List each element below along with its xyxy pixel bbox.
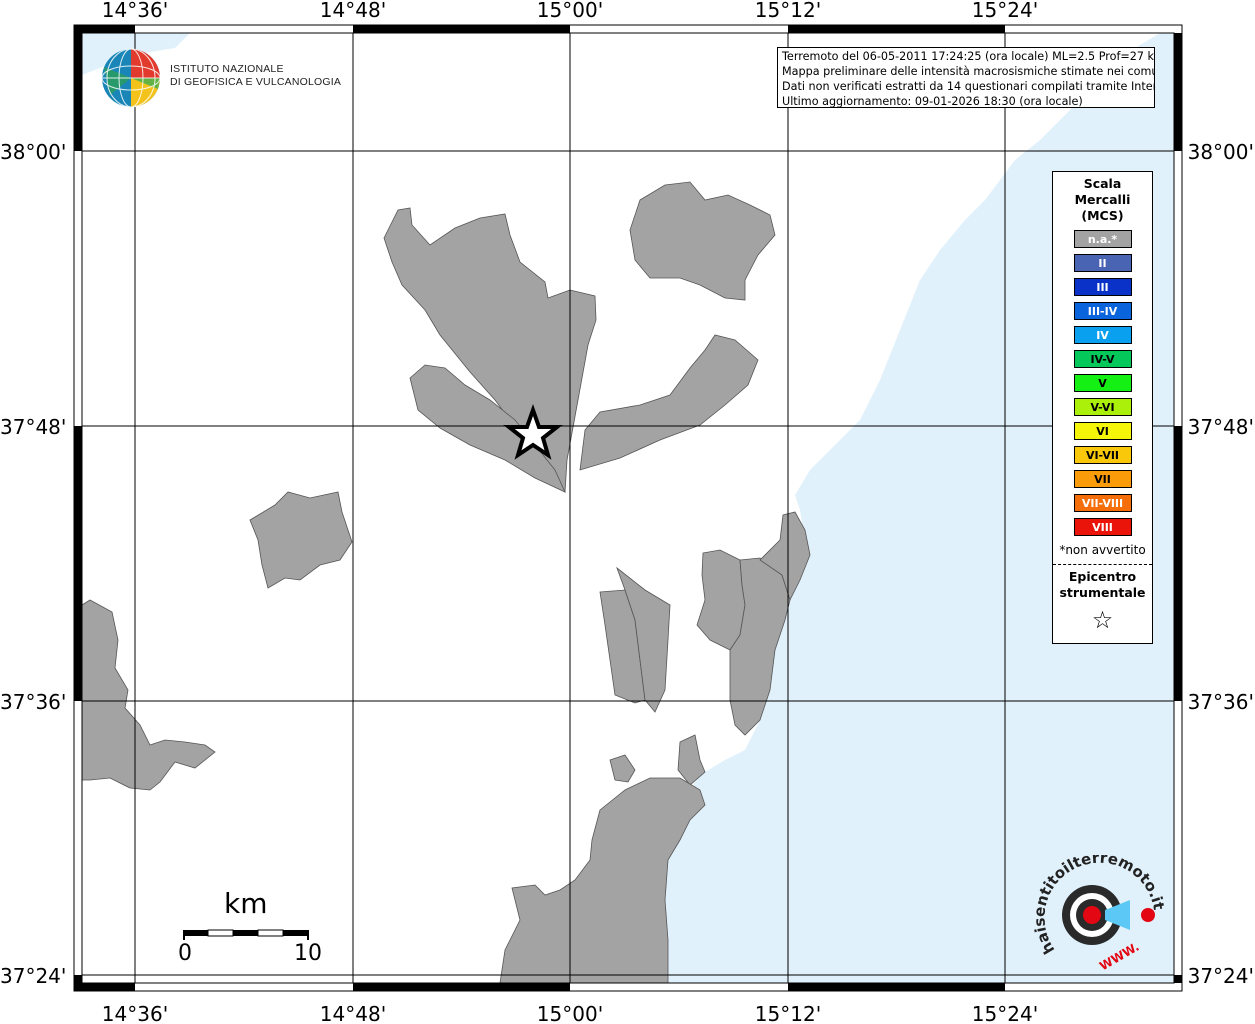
hsit-www: WWW.	[1097, 940, 1141, 974]
epicenter-star-legend-icon: ☆	[1091, 606, 1114, 634]
hsit-logo: haisentitoilterremoto.it WWW.	[1030, 849, 1168, 975]
ingv-name: ISTITUTO NAZIONALE DI GEOFISICA E VULCAN…	[170, 63, 341, 89]
legend-note: *non avvertito	[1059, 543, 1146, 557]
legend-item: III-IV	[1073, 302, 1132, 320]
hsit-target-icon: haisentitoilterremoto.it WWW.	[1030, 849, 1168, 974]
lat-label: 37°48'	[1188, 415, 1254, 439]
latitude-labels-right: 38°00' 37°48' 37°36' 37°24'	[1188, 140, 1254, 988]
scale-bar-graphic	[183, 929, 309, 940]
event-info-line: Mappa preliminare delle intensità macros…	[782, 65, 1155, 78]
lat-label: 37°48'	[0, 415, 66, 439]
scale-bar: km 0 10	[176, 885, 326, 975]
longitude-labels-top: 14°36' 14°48' 15°00' 15°12' 15°24'	[102, 0, 1038, 22]
legend-item: IV-V	[1073, 350, 1132, 368]
event-info-line: Dati non verificati estratti da 14 quest…	[782, 80, 1155, 93]
lon-label: 14°36'	[102, 0, 168, 22]
legend-item: VI-VII	[1073, 446, 1132, 464]
legend-item: VII	[1073, 470, 1132, 488]
legend-item: VII-VIII	[1073, 494, 1132, 512]
legend-item: II	[1073, 254, 1132, 272]
event-info-line: Ultimo aggiornamento: 09-01-2026 18:30 (…	[782, 95, 1083, 108]
lat-label: 38°00'	[1188, 140, 1254, 164]
lon-label: 15°24'	[972, 0, 1038, 22]
ingv-name-line: ISTITUTO NAZIONALE	[170, 63, 284, 75]
legend-title-line: Mercalli	[1074, 192, 1131, 207]
lat-label: 37°24'	[1188, 964, 1254, 988]
lon-label: 15°12'	[755, 0, 821, 22]
legend-title-line: Scala	[1083, 176, 1122, 191]
legend-item: III	[1073, 278, 1132, 296]
latitude-labels-left: 38°00' 37°48' 37°36' 37°24'	[0, 140, 66, 988]
lat-label: 37°36'	[1188, 690, 1254, 714]
legend-item: V	[1073, 374, 1132, 392]
legend-item: VI	[1073, 422, 1132, 440]
legend-item: n.a.*	[1073, 230, 1132, 248]
lon-label: 15°00'	[537, 1002, 603, 1024]
legend-item: V-VI	[1073, 398, 1132, 416]
scale-max-label: 10	[294, 941, 322, 966]
lon-label: 14°48'	[320, 1002, 386, 1024]
ingv-name-line: DI GEOFISICA E VULCANOLOGIA	[170, 76, 342, 88]
lon-label: 14°36'	[102, 1002, 168, 1024]
mcs-legend: Scala Mercalli (MCS) n.a.* II III III-IV IV I…	[1052, 171, 1153, 644]
ingv-logo: ISTITUTO NAZIONALE DI GEOFISICA E VULCAN…	[100, 47, 341, 111]
event-info-box: Terremoto del 06-05-2011 17:24:25 (ora l…	[777, 47, 1155, 108]
lat-label: 37°36'	[0, 690, 66, 714]
legend-epicenter-line: Epicentro	[1068, 569, 1137, 584]
lat-label: 38°00'	[0, 140, 66, 164]
lon-label: 15°12'	[755, 1002, 821, 1024]
ingv-globe-icon	[101, 48, 161, 108]
legend-title: Scala Mercalli (MCS)	[1053, 176, 1152, 224]
event-info-line: Terremoto del 06-05-2011 17:24:25 (ora l…	[782, 50, 1155, 63]
lat-label: 37°24'	[0, 964, 66, 988]
legend-separator	[1053, 564, 1152, 565]
legend-epicenter-line: strumentale	[1059, 585, 1146, 600]
legend-title-line: (MCS)	[1081, 208, 1124, 223]
scale-min-label: 0	[178, 941, 192, 966]
lon-label: 14°48'	[320, 0, 386, 22]
legend-epicenter: Epicentro strumentale	[1053, 569, 1152, 601]
longitude-labels-bottom: 14°36' 14°48' 15°00' 15°12' 15°24'	[102, 1002, 1038, 1024]
legend-item: IV	[1073, 326, 1132, 344]
lon-label: 15°00'	[537, 0, 603, 22]
legend-item: VIII	[1073, 518, 1132, 536]
lon-label: 15°24'	[972, 1002, 1038, 1024]
legend-items: n.a.* II III III-IV IV IV-V V V-VI VI VI-VII VII VI…	[1053, 230, 1152, 536]
